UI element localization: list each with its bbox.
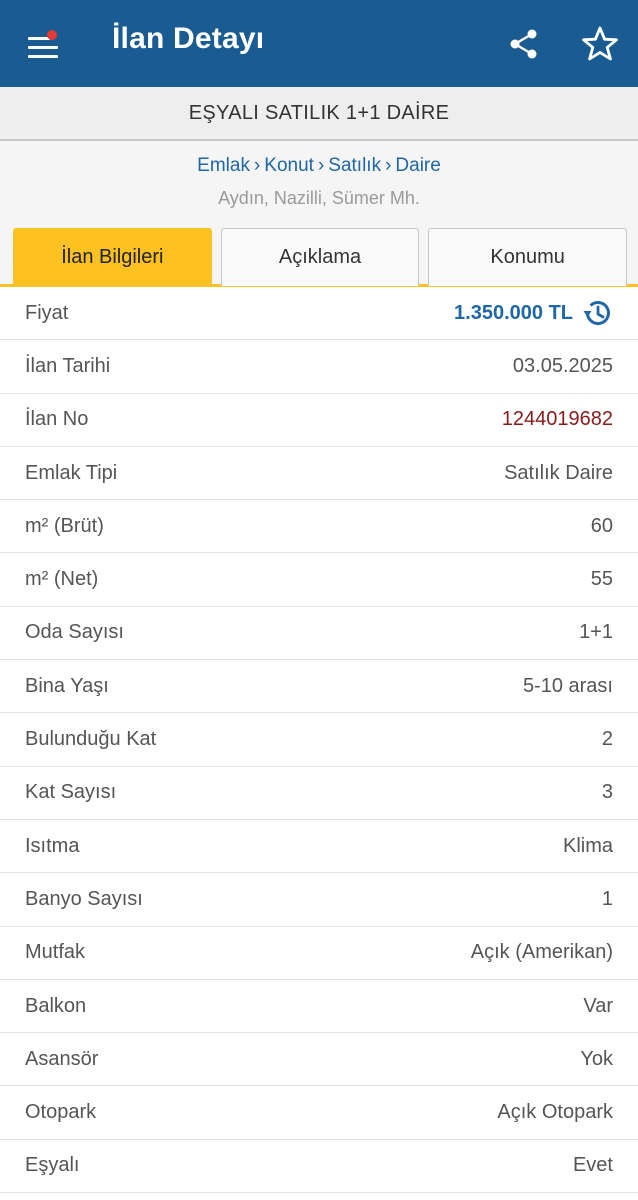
detail-value: 1+1 — [579, 621, 613, 644]
table-row: Otopark Açık Otopark — [0, 1086, 638, 1140]
tab-konumu[interactable]: Konumu — [428, 228, 628, 286]
detail-value: 60 — [590, 514, 613, 537]
detail-value: 1 — [601, 887, 613, 910]
listing-number: 1244019682 — [501, 408, 613, 431]
detail-label: Banyo Sayısı — [25, 887, 143, 910]
detail-label: Eşyalı — [25, 1154, 80, 1177]
table-row: Banyo Sayısı 1 — [0, 873, 638, 927]
detail-label: Kat Sayısı — [25, 781, 117, 804]
breadcrumb-item-daire[interactable]: Daire — [395, 155, 440, 176]
detail-value: Satılık Daire — [504, 461, 613, 484]
detail-value-price: 1.350.000 TL — [454, 297, 613, 329]
detail-label: Oda Sayısı — [25, 621, 124, 644]
share-icon[interactable] — [506, 26, 542, 62]
table-row: Eşyalı Evet — [0, 1140, 638, 1194]
location-text: Aydın, Nazilli, Sümer Mh. — [218, 188, 420, 208]
detail-label: m² (Net) — [25, 568, 99, 591]
detail-value: 03.05.2025 — [512, 354, 613, 377]
table-row: Balkon Var — [0, 980, 638, 1034]
detail-value: Açık Otopark — [497, 1101, 613, 1124]
table-row: Oda Sayısı 1+1 — [0, 607, 638, 661]
table-row: Mutfak Açık (Amerikan) — [0, 927, 638, 980]
detail-label: Asansör — [25, 1047, 99, 1070]
detail-label: Bulunduğu Kat — [25, 728, 157, 751]
price-text: 1.350.000 TL — [454, 301, 573, 324]
tab-aciklama[interactable]: Açıklama — [220, 228, 420, 286]
detail-value: Var — [583, 994, 613, 1017]
star-icon[interactable] — [581, 25, 619, 63]
tab-bar: İlan Bilgileri Açıklama Konumu — [13, 228, 628, 286]
table-row: Bina Yaşı 5-10 arası — [0, 660, 638, 714]
page-title: İlan Detayı — [112, 22, 265, 55]
breadcrumb-item-satilik[interactable]: Satılık — [328, 155, 381, 176]
table-row: İlan No 1244019682 — [0, 394, 638, 447]
breadcrumb-separator: › — [385, 155, 392, 176]
breadcrumb-separator: › — [253, 155, 261, 176]
detail-label: Emlak Tipi — [25, 461, 118, 484]
detail-label: Isıtma — [25, 834, 80, 857]
menu-icon[interactable] — [26, 28, 62, 62]
detail-label: Mutfak — [25, 941, 86, 964]
detail-label: Bina Yaşı — [25, 674, 109, 697]
breadcrumb: Emlak › Konut › Satılık › Daire — [0, 155, 638, 177]
detail-value: 3 — [601, 781, 613, 804]
detail-label: İlan No — [25, 408, 89, 431]
price-history-icon[interactable] — [581, 297, 613, 329]
detail-label: Balkon — [25, 994, 87, 1017]
table-row: m² (Brüt) 60 — [0, 500, 638, 554]
details-list: Fiyat 1.350.000 TL İlan Tarihi 03.05.202… — [0, 287, 638, 1194]
detail-value: Evet — [572, 1154, 613, 1177]
table-row: İlan Tarihi 03.05.2025 — [0, 340, 638, 394]
breadcrumb-separator: › — [317, 155, 325, 176]
detail-value: 5-10 arası — [522, 674, 613, 697]
table-row: Kat Sayısı 3 — [0, 767, 638, 820]
detail-label: Fiyat — [25, 301, 69, 324]
table-row: Bulunduğu Kat 2 — [0, 713, 638, 767]
notification-dot — [47, 30, 57, 40]
breadcrumb-item-emlak[interactable]: Emlak — [197, 155, 250, 176]
table-row: Asansör Yok — [0, 1033, 638, 1087]
detail-value: 2 — [601, 728, 613, 751]
detail-row-price: Fiyat 1.350.000 TL — [0, 287, 638, 341]
tab-ilan-bilgileri[interactable]: İlan Bilgileri — [13, 228, 212, 286]
detail-value: Yok — [580, 1047, 613, 1070]
detail-label: m² (Brüt) — [25, 514, 104, 537]
table-row: Emlak Tipi Satılık Daire — [0, 447, 638, 501]
table-row: m² (Net) 55 — [0, 553, 638, 607]
app-bar: İlan Detayı — [0, 0, 638, 87]
listing-header: Emlak › Konut › Satılık › Daire Aydın, Nazilli… — [0, 141, 638, 286]
table-row: Isıtma Klima — [0, 820, 638, 874]
detail-value: Açık (Amerikan) — [470, 941, 613, 964]
detail-value: 55 — [590, 568, 613, 591]
detail-label: Otopark — [25, 1101, 97, 1124]
detail-label: İlan Tarihi — [25, 354, 111, 377]
listing-title: EŞYALI SATILIK 1+1 DAİRE — [0, 87, 638, 141]
breadcrumb-item-konut[interactable]: Konut — [264, 155, 314, 176]
detail-value: Klima — [562, 834, 613, 857]
